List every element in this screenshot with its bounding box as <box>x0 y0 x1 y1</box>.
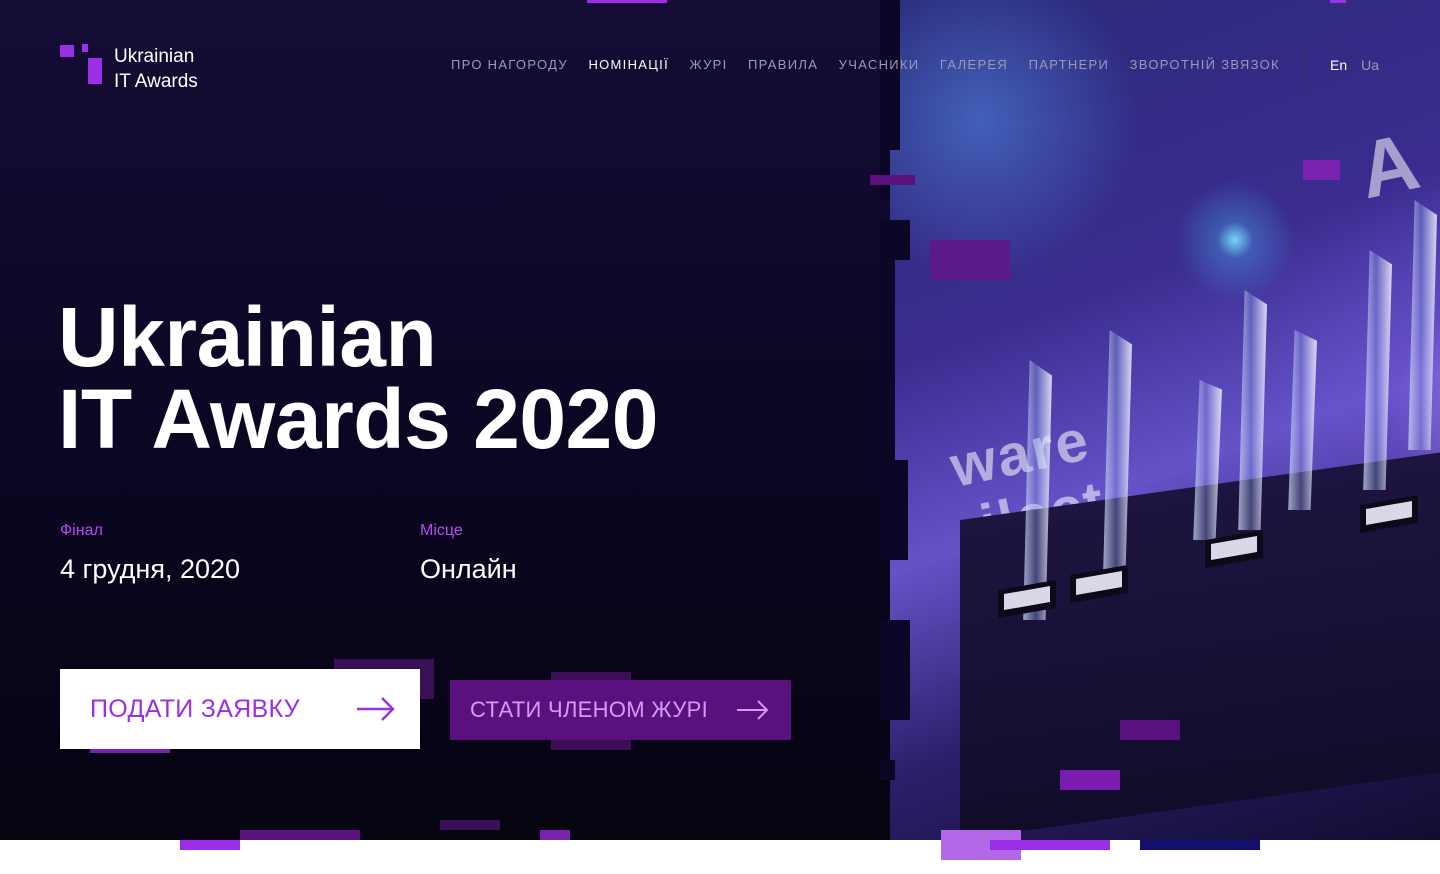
language-switcher: En Ua <box>1330 57 1393 73</box>
arrow-right-icon <box>357 697 395 721</box>
nav-divider <box>1303 45 1304 85</box>
pixel-decoration <box>1140 840 1260 850</box>
arrow-right-icon <box>737 700 769 720</box>
final-date: 4 грудня, 2020 <box>60 554 241 584</box>
apply-button[interactable]: ПОДАТИ ЗАЯВКУ <box>60 669 420 749</box>
page-title: Ukrainian IT Awards 2020 <box>58 290 659 466</box>
pixel-decoration <box>1060 770 1120 790</box>
logo-pixel-icon <box>60 44 104 84</box>
main-nav: Про нагороду Номінації Журі Правила Учас… <box>451 57 1300 72</box>
pixel-decoration <box>1330 0 1346 3</box>
nav-item-nominations[interactable]: Номінації <box>588 57 669 72</box>
pixel-decoration <box>240 830 360 840</box>
pixel-decoration <box>870 175 915 185</box>
apply-button-label: ПОДАТИ ЗАЯВКУ <box>90 694 300 723</box>
become-jury-button[interactable]: СТАТИ ЧЛЕНОМ ЖУРІ <box>450 680 791 740</box>
pixel-decoration <box>1120 720 1180 740</box>
place-label: Місце <box>420 522 463 539</box>
become-jury-button-label: СТАТИ ЧЛЕНОМ ЖУРІ <box>470 697 709 722</box>
title-line2: IT Awards 2020 <box>58 372 659 466</box>
nav-item-contact[interactable]: Зворотній звязок <box>1130 57 1280 72</box>
pixel-decoration <box>1303 160 1340 180</box>
nav-item-jury[interactable]: Журі <box>690 57 728 72</box>
pixel-decoration <box>930 240 1010 280</box>
nav-item-partners[interactable]: Партнери <box>1029 57 1110 72</box>
logo-text-line1: Ukrainian <box>114 46 195 67</box>
site-logo[interactable]: Ukrainian IT Awards <box>60 44 198 94</box>
nav-item-rules[interactable]: Правила <box>748 57 818 72</box>
pixel-decoration <box>587 0 667 3</box>
pixel-decoration <box>180 840 240 850</box>
nav-item-participants[interactable]: Учасники <box>839 57 920 72</box>
awards-photo: ware ilect A <box>890 0 1440 840</box>
lang-ua[interactable]: Ua <box>1361 57 1379 73</box>
title-line1: Ukrainian <box>58 290 437 384</box>
final-label: Фінал <box>60 522 103 539</box>
place-value: Онлайн <box>420 554 517 584</box>
nav-item-gallery[interactable]: Галерея <box>940 57 1008 72</box>
pixel-decoration <box>540 830 570 840</box>
logo-text-line2: IT Awards <box>114 71 198 92</box>
lang-en[interactable]: En <box>1330 57 1347 73</box>
pixel-decoration <box>990 840 1110 850</box>
pixel-decoration <box>440 820 500 830</box>
nav-item-about[interactable]: Про нагороду <box>451 57 568 72</box>
